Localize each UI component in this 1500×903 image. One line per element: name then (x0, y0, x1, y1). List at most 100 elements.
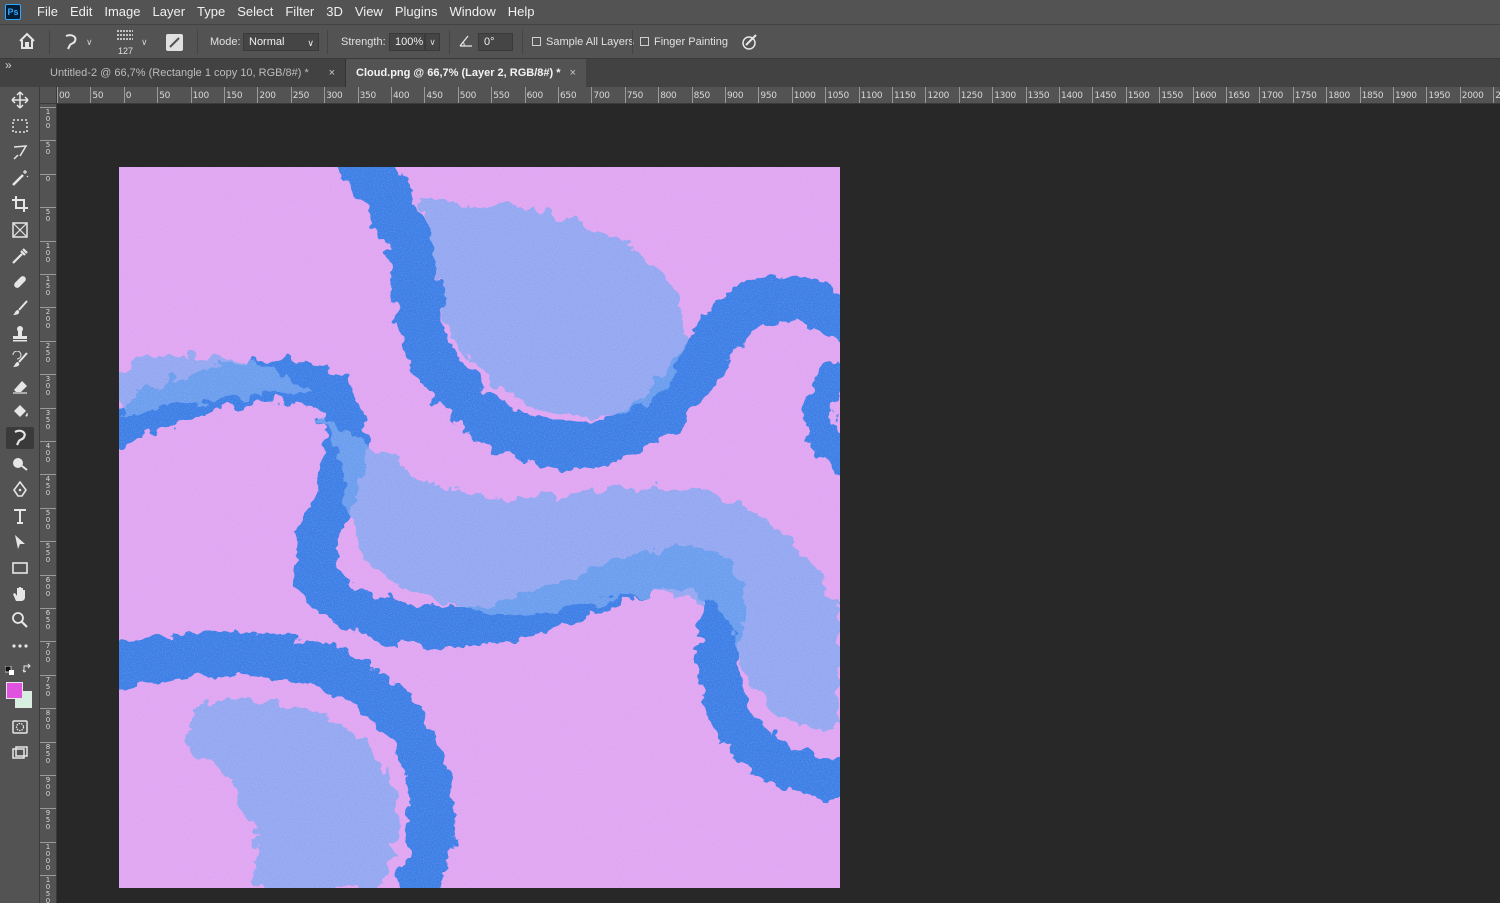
foreground-color-swatch[interactable] (6, 682, 23, 699)
ruler-origin[interactable] (40, 87, 57, 104)
healing-brush-tool-icon[interactable] (6, 271, 34, 293)
ruler-label: 400 (393, 91, 410, 101)
tool-preset-smudge-icon[interactable] (62, 33, 80, 54)
ruler-tick (725, 87, 726, 103)
more-tools-icon[interactable] (6, 635, 34, 657)
vertical-ruler[interactable]: 100 50 0 50 100 150 200 250 300 350 400 450 500 550 60… (40, 104, 57, 903)
crop-tool-icon[interactable] (6, 193, 34, 215)
ruler-label: 550 (45, 542, 51, 565)
swap-colors-icon[interactable] (22, 663, 33, 677)
ruler-tick (758, 87, 760, 103)
ruler-tick (357, 87, 359, 103)
menu-edit[interactable]: Edit (64, 0, 98, 24)
hand-tool-icon[interactable] (6, 583, 34, 605)
ruler-label: 850 (45, 742, 51, 765)
ruler-label: 50 (45, 208, 51, 224)
menu-type[interactable]: Type (191, 0, 231, 24)
menu-plugins[interactable]: Plugins (389, 0, 444, 24)
history-brush-tool-icon[interactable] (6, 349, 34, 371)
ruler-tick (391, 87, 392, 103)
eyedropper-tool-icon[interactable] (6, 245, 34, 267)
pressure-strength-icon[interactable] (741, 33, 759, 54)
type-tool-icon[interactable] (6, 505, 34, 527)
marquee-tool-icon[interactable] (6, 115, 34, 137)
separator (197, 30, 198, 54)
strength-value: 100% (395, 36, 424, 48)
tab-cloud-png[interactable]: Cloud.png @ 66,7% (Layer 2, RGB/8#) * × (346, 59, 586, 87)
ruler-tick (57, 87, 58, 103)
brush-preset-icon[interactable] (116, 28, 134, 45)
ruler-label: 700 (593, 91, 610, 101)
move-tool-icon[interactable] (6, 89, 34, 111)
mode-chevron-down-icon: ∨ (307, 38, 314, 48)
tool-preset-chevron-down-icon[interactable]: ∨ (86, 37, 93, 48)
ruler-tick (224, 87, 225, 103)
ruler-tick (1426, 87, 1428, 103)
ruler-label: 250 (45, 341, 51, 364)
strength-input[interactable]: 100% (389, 33, 425, 51)
sample-all-layers-label[interactable]: Sample All Layers (546, 36, 634, 48)
finger-painting-label[interactable]: Finger Painting (654, 36, 728, 48)
paint-bucket-tool-icon[interactable] (6, 401, 34, 423)
menu-filter[interactable]: Filter (279, 0, 320, 24)
ruler-tick (1125, 87, 1127, 103)
magic-wand-tool-icon[interactable] (6, 167, 34, 189)
zoom-tool-icon[interactable] (6, 609, 34, 631)
ruler-tick (992, 87, 994, 103)
collapse-panels-icon[interactable]: » (5, 58, 12, 72)
ruler-tick (190, 87, 192, 103)
ruler-label: 50 (159, 91, 171, 101)
ruler-tick (1393, 87, 1394, 103)
ruler-label: 750 (626, 91, 644, 101)
menu-layer[interactable]: Layer (147, 0, 192, 24)
ruler-tick (1493, 87, 1495, 103)
ruler-tick (892, 87, 893, 103)
horizontal-ruler[interactable]: 00 50 0 50 100 150 200 250 300 350 400 450 500 550 600… (57, 87, 1500, 104)
separator (327, 30, 328, 54)
ruler-tick (1059, 87, 1060, 103)
home-icon[interactable] (18, 32, 36, 53)
menu-window[interactable]: Window (443, 0, 501, 24)
lasso-tool-icon[interactable] (6, 141, 34, 163)
sample-all-layers-checkbox[interactable] (532, 37, 541, 46)
ruler-tick (457, 87, 459, 103)
eraser-tool-icon[interactable] (6, 375, 34, 397)
document-tabs: » Untitled-2 @ 66,7% (Rectangle 1 copy 1… (0, 58, 1500, 87)
ruler-tick (1192, 87, 1194, 103)
close-icon[interactable]: × (329, 59, 335, 87)
clone-stamp-tool-icon[interactable] (6, 323, 34, 345)
mode-select[interactable]: Normal ∨ (243, 33, 319, 51)
ruler-label: 200 (259, 91, 276, 101)
ruler-tick (1159, 87, 1161, 103)
close-icon[interactable]: × (570, 59, 576, 87)
menu-select[interactable]: Select (231, 0, 279, 24)
brush-tool-icon[interactable] (6, 297, 34, 319)
ruler-label: 500 (45, 508, 51, 531)
menu-view[interactable]: View (349, 0, 389, 24)
menu-help[interactable]: Help (502, 0, 541, 24)
dodge-tool-icon[interactable] (6, 453, 34, 475)
finger-painting-checkbox[interactable] (640, 37, 649, 46)
frame-tool-icon[interactable] (6, 219, 34, 241)
screen-mode-icon[interactable] (6, 742, 34, 764)
ruler-label: 100 (192, 91, 210, 101)
ruler-tick (1459, 87, 1461, 103)
pen-tool-icon[interactable] (6, 479, 34, 501)
path-selection-tool-icon[interactable] (6, 531, 34, 553)
document-canvas[interactable] (119, 167, 840, 888)
angle-input[interactable]: 0° (478, 33, 513, 51)
menu-3d[interactable]: 3D (320, 0, 349, 24)
brush-settings-icon[interactable] (166, 34, 183, 51)
strength-chevron-down-icon[interactable]: ∨ (425, 33, 440, 51)
smudge-tool-icon[interactable] (6, 427, 34, 449)
ruler-label: 1550 (1161, 91, 1183, 101)
rectangle-tool-icon[interactable] (6, 557, 34, 579)
separator (449, 30, 450, 54)
brush-preset-chevron-down-icon[interactable]: ∨ (141, 37, 148, 48)
quick-mask-icon[interactable] (6, 716, 34, 738)
ruler-label: 250 (292, 91, 310, 101)
menu-image[interactable]: Image (98, 0, 146, 24)
tab-untitled-2[interactable]: Untitled-2 @ 66,7% (Rectangle 1 copy 10,… (40, 59, 346, 87)
menu-file[interactable]: File (31, 0, 64, 24)
default-colors-icon[interactable] (4, 665, 15, 679)
